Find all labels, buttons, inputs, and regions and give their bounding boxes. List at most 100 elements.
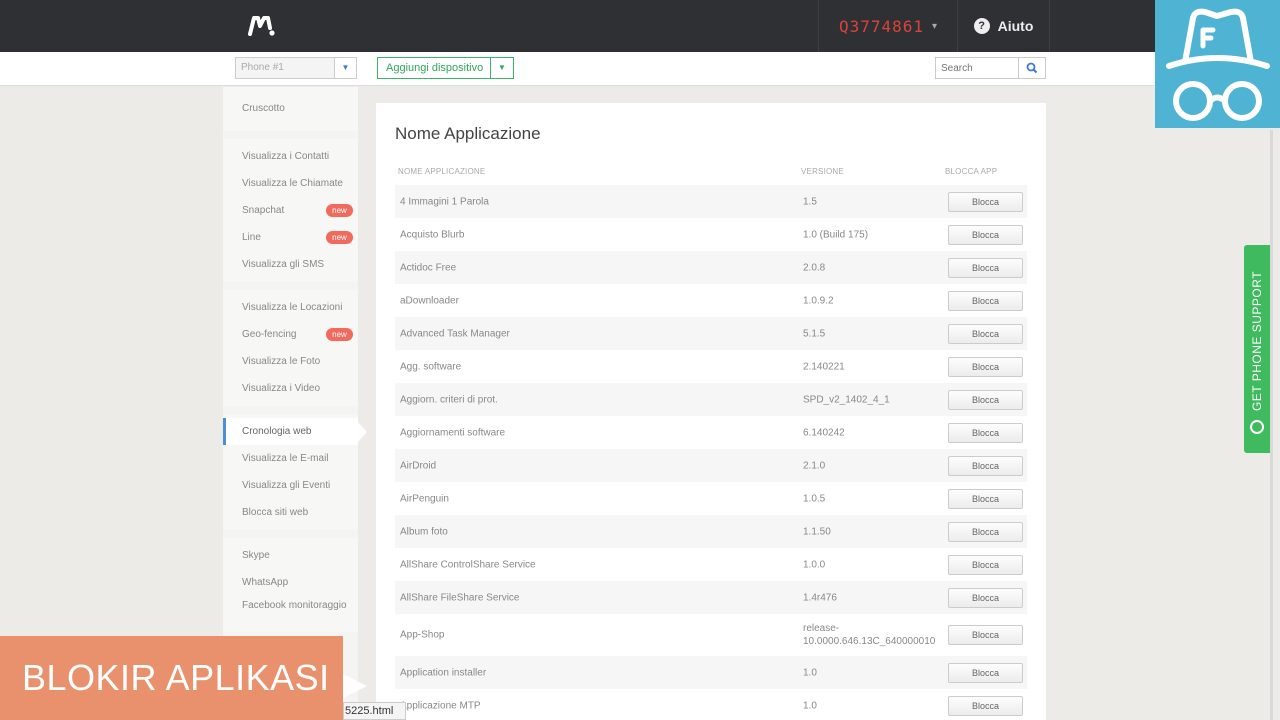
sidebar-item-web-history[interactable]: Cronologia web (223, 418, 367, 445)
phone-support-tab[interactable]: GET PHONE SUPPORT (1244, 245, 1270, 453)
top-bar: Q3774861 ▾ ? Aiuto (0, 0, 1280, 52)
app-version: 5.1.5 (803, 328, 826, 339)
sidebar-item-calls[interactable]: Visualizza le Chiamate (223, 170, 358, 197)
app-version: 1.1.50 (803, 526, 831, 537)
app-name: Advanced Task Manager (400, 328, 510, 339)
app-version: 1.0.5 (803, 493, 826, 504)
table-row: Application installer 1.0 Blocca (395, 656, 1027, 689)
chevron-down-icon[interactable]: ▼ (334, 58, 356, 78)
table-row: 4 Immagini 1 Parola 1.5 Blocca (395, 185, 1027, 218)
app-name: AirPenguin (400, 493, 449, 504)
sidebar-group-social: Skype WhatsApp Facebook monitoraggio (223, 538, 358, 632)
table-row: Agg. software 2.140221 Blocca (395, 350, 1027, 383)
sidebar: Cruscotto Visualizza i Contatti Visualiz… (223, 87, 367, 720)
app-version: 1.0.9.2 (803, 295, 834, 306)
add-device-button[interactable]: Aggiungi dispositivo (377, 57, 491, 79)
phone-select[interactable]: Phone #1 ▼ (235, 57, 357, 79)
table-row: Applicazione MTP 1.0 Blocca (395, 689, 1027, 720)
app-name: Acquisto Blurb (400, 229, 465, 240)
table-row: Aggiornamenti software 6.140242 Blocca (395, 416, 1027, 449)
block-app-button[interactable]: Blocca (948, 422, 1023, 443)
sidebar-group-messages: Visualizza i Contatti Visualizza le Chia… (223, 139, 358, 282)
block-app-button[interactable]: Blocca (948, 356, 1023, 377)
sidebar-item-geofencing[interactable]: Geo-fencing new (223, 321, 358, 348)
column-header-version: VERSIONE (801, 167, 844, 176)
block-app-button[interactable]: Blocca (948, 695, 1023, 716)
block-app-button[interactable]: Blocca (948, 587, 1023, 608)
search-input[interactable] (935, 57, 1019, 79)
sidebar-group-dashboard: Cruscotto (223, 87, 358, 131)
account-menu[interactable]: Q3774861 ▾ (818, 0, 958, 52)
app-list-panel: Nome Applicazione NOME APPLICAZIONE VERS… (376, 103, 1046, 720)
sidebar-item-whatsapp[interactable]: WhatsApp (223, 569, 358, 596)
help-button[interactable]: ? Aiuto (958, 0, 1050, 52)
new-badge: new (326, 231, 353, 244)
app-version: 1.4r476 (803, 592, 837, 603)
app-version: 6.140242 (803, 427, 845, 438)
caption-banner: BLOKIR APLIKASI (0, 636, 343, 720)
help-label: Aiuto (997, 18, 1034, 34)
headset-icon (1250, 420, 1264, 434)
sidebar-item-locations[interactable]: Visualizza le Locazioni (223, 294, 358, 321)
block-app-button[interactable]: Blocca (948, 455, 1023, 476)
table-row: Aggiorn. criteri di prot. SPD_v2_1402_4_1… (395, 383, 1027, 416)
sidebar-item-skype[interactable]: Skype (223, 542, 358, 569)
question-circle-icon: ? (973, 18, 990, 34)
app-version: 2.140221 (803, 361, 845, 372)
app-name: Aggiornamenti software (400, 427, 506, 438)
sidebar-item-contacts[interactable]: Visualizza i Contatti (223, 143, 358, 170)
app-name: 4 Immagini 1 Parola (400, 196, 489, 207)
table-row: Album foto 1.1.50 Blocca (395, 515, 1027, 548)
block-app-button[interactable]: Blocca (948, 290, 1023, 311)
sidebar-item-photos[interactable]: Visualizza le Foto (223, 348, 358, 375)
sidebar-group-web: Cronologia web Visualizza le E-mail Visu… (223, 414, 367, 530)
table-row: Actidoc Free 2.0.8 Blocca (395, 251, 1027, 284)
app-name: Actidoc Free (400, 262, 457, 273)
table-row: Advanced Task Manager 5.1.5 Blocca (395, 317, 1027, 350)
support-label: GET PHONE SUPPORT (1250, 270, 1264, 412)
column-header-block: BLOCCA APP (945, 167, 998, 176)
scrollbar[interactable] (1270, 130, 1273, 720)
sidebar-item-line[interactable]: Line new (223, 224, 358, 251)
app-name: Application installer (400, 667, 487, 678)
new-badge: new (326, 204, 353, 217)
block-app-button[interactable]: Blocca (948, 191, 1023, 212)
sidebar-item-block-websites[interactable]: Blocca siti web (223, 499, 358, 526)
sidebar-item-videos[interactable]: Visualizza i Video (223, 375, 358, 402)
app-version: 2.0.8 (803, 262, 826, 273)
table-row: Acquisto Blurb 1.0 (Build 175) Blocca (395, 218, 1027, 251)
block-app-button[interactable]: Blocca (948, 323, 1023, 344)
sidebar-item-emails[interactable]: Visualizza le E-mail (223, 445, 358, 472)
block-app-button[interactable]: Blocca (948, 521, 1023, 542)
block-app-button[interactable]: Blocca (948, 224, 1023, 245)
sidebar-item-label: Line (242, 232, 261, 243)
app-name: Applicazione MTP (400, 700, 481, 711)
sidebar-item-dashboard[interactable]: Cruscotto (223, 91, 358, 127)
phone-select-value: Phone #1 (241, 62, 284, 73)
magnifier-icon (1026, 62, 1038, 74)
block-app-button[interactable]: Blocca (948, 662, 1023, 683)
search-button[interactable] (1019, 57, 1046, 79)
app-version: 1.0 (803, 667, 817, 678)
table-row: AllShare FileShare Service 1.4r476 Blocca (395, 581, 1027, 614)
block-app-button[interactable]: Blocca (948, 389, 1023, 410)
app-version: 1.0.0 (803, 559, 826, 570)
sidebar-item-facebook[interactable]: Facebook monitoraggio (223, 596, 358, 628)
mspy-logo-icon[interactable] (248, 12, 276, 40)
block-app-button[interactable]: Blocca (948, 554, 1023, 575)
sidebar-item-sms[interactable]: Visualizza gli SMS (223, 251, 358, 278)
app-name: aDownloader (400, 295, 459, 306)
sidebar-item-snapchat[interactable]: Snapchat new (223, 197, 358, 224)
app-name: Album foto (400, 526, 448, 537)
sidebar-item-label: Snapchat (242, 205, 285, 216)
block-app-button[interactable]: Blocca (948, 257, 1023, 278)
block-app-button[interactable]: Blocca (948, 488, 1023, 509)
add-device-dropdown-icon[interactable]: ▼ (491, 57, 514, 79)
toolbar: Phone #1 ▼ Aggiungi dispositivo ▼ (0, 52, 1280, 86)
app-version: SPD_v2_1402_4_1 (803, 394, 890, 405)
sidebar-item-events[interactable]: Visualizza gli Eventi (223, 472, 358, 499)
column-header-name: NOME APPLICAZIONE (398, 167, 486, 176)
app-version: 1.0 (803, 700, 817, 711)
app-name: App-Shop (400, 629, 445, 641)
block-app-button[interactable]: Blocca (948, 625, 1023, 645)
